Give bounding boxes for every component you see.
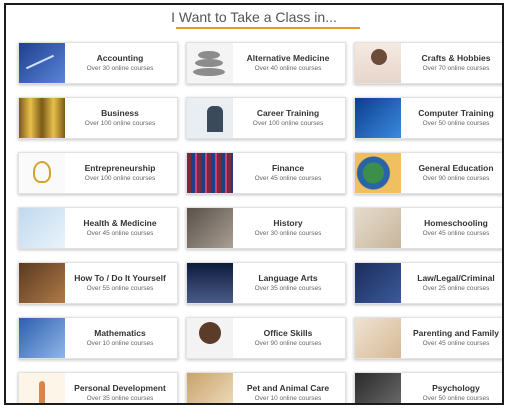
category-card-law-legal-criminal[interactable]: Law/Legal/Criminal Over 25 online courses <box>354 262 502 304</box>
category-card-office-skills[interactable]: Office Skills Over 90 online courses <box>186 317 346 359</box>
dog-photo-icon <box>187 373 233 403</box>
columns-photo-icon <box>19 98 65 138</box>
category-name: Law/Legal/Criminal <box>417 273 495 283</box>
course-catalog-panel: I Want to Take a Class in... Accounting O… <box>4 3 504 405</box>
page-title: I Want to Take a Class in... <box>171 9 337 25</box>
crafts-photo-icon <box>355 43 401 83</box>
category-name: General Education <box>418 163 494 173</box>
category-name: Language Arts <box>258 273 318 283</box>
course-count: Over 45 online courses <box>422 230 490 237</box>
course-count: Over 45 online courses <box>254 175 322 182</box>
course-count: Over 35 online courses <box>86 395 154 402</box>
category-card-mathematics[interactable]: Mathematics Over 10 online courses <box>18 317 178 359</box>
category-card-alternative-medicine[interactable]: Alternative Medicine Over 40 online cours… <box>186 42 346 84</box>
category-card-entrepreneurship[interactable]: Entrepreneurship Over 100 online courses <box>18 152 178 194</box>
course-count: Over 100 online courses <box>84 120 156 127</box>
category-card-business[interactable]: Business Over 100 online courses <box>18 97 178 139</box>
category-name: Crafts & Hobbies <box>421 53 491 63</box>
category-card-health-medicine[interactable]: Health & Medicine Over 45 online courses <box>18 207 178 249</box>
stacked-stones-photo-icon <box>187 43 233 83</box>
category-name: How To / Do It Yourself <box>74 273 166 283</box>
category-name: Career Training <box>256 108 320 118</box>
course-count: Over 30 online courses <box>86 65 154 72</box>
office-worker-photo-icon <box>187 318 233 358</box>
category-card-parenting-family[interactable]: Parenting and Family Over 45 online cours… <box>354 317 502 359</box>
course-count: Over 10 online courses <box>254 395 322 402</box>
category-card-psychology[interactable]: Psychology Over 50 online courses <box>354 372 502 403</box>
category-card-how-to-diy[interactable]: How To / Do It Yourself Over 55 online co… <box>18 262 178 304</box>
category-card-general-education[interactable]: General Education Over 90 online courses <box>354 152 502 194</box>
category-name: Psychology <box>432 383 480 393</box>
course-count: Over 55 online courses <box>86 285 154 292</box>
category-name: Finance <box>271 163 305 173</box>
category-card-language-arts[interactable]: Language Arts Over 35 online courses <box>186 262 346 304</box>
category-name: Alternative Medicine <box>246 53 330 63</box>
title-underline <box>176 27 360 29</box>
category-card-career-training[interactable]: Career Training Over 100 online courses <box>186 97 346 139</box>
keyboard-photo-icon <box>355 98 401 138</box>
course-count: Over 45 online courses <box>422 340 490 347</box>
course-count: Over 100 online courses <box>252 120 324 127</box>
course-count: Over 10 online courses <box>86 340 154 347</box>
course-count: Over 40 online courses <box>254 65 322 72</box>
category-card-accounting[interactable]: Accounting Over 30 online courses <box>18 42 178 84</box>
tools-photo-icon <box>19 263 65 303</box>
course-count: Over 50 online courses <box>422 395 490 402</box>
gavel-photo-icon <box>355 263 401 303</box>
category-name: Office Skills <box>263 328 313 338</box>
category-name: Computer Training <box>418 108 494 118</box>
course-count: Over 30 online courses <box>254 230 322 237</box>
category-name: Homeschooling <box>424 218 488 228</box>
course-count: Over 50 online courses <box>422 120 490 127</box>
category-name: Personal Development <box>74 383 166 393</box>
category-name: Business <box>101 108 139 118</box>
category-grid: Accounting Over 30 online courses Alterna… <box>18 42 502 403</box>
category-name: Accounting <box>96 53 144 63</box>
stock-chart-photo-icon <box>187 153 233 193</box>
category-card-homeschooling[interactable]: Homeschooling Over 45 online courses <box>354 207 502 249</box>
category-card-computer-training[interactable]: Computer Training Over 50 online courses <box>354 97 502 139</box>
course-count: Over 70 online courses <box>422 65 490 72</box>
presenter-photo-icon <box>187 98 233 138</box>
light-bulb-photo-icon <box>19 153 65 193</box>
course-count: Over 90 online courses <box>254 340 322 347</box>
category-card-pet-animal-care[interactable]: Pet and Animal Care Over 10 online course… <box>186 372 346 403</box>
course-count: Over 45 online courses <box>86 230 154 237</box>
accounting-photo-icon <box>19 43 65 83</box>
statue-photo-icon <box>187 208 233 248</box>
brain-photo-icon <box>355 373 401 403</box>
category-card-finance[interactable]: Finance Over 45 online courses <box>186 152 346 194</box>
category-name: Parenting and Family <box>413 328 499 338</box>
person-arms-up-photo-icon <box>19 373 65 403</box>
category-name: Mathematics <box>94 328 146 338</box>
category-name: History <box>273 218 303 228</box>
category-card-history[interactable]: History Over 30 online courses <box>186 207 346 249</box>
health-photo-icon <box>19 208 65 248</box>
category-name: Entrepreneurship <box>84 163 156 173</box>
open-book-photo-icon <box>187 263 233 303</box>
course-count: Over 35 online courses <box>254 285 322 292</box>
category-card-crafts-hobbies[interactable]: Crafts & Hobbies Over 70 online courses <box>354 42 502 84</box>
course-count: Over 100 online courses <box>84 175 156 182</box>
course-count: Over 90 online courses <box>422 175 490 182</box>
course-count: Over 25 online courses <box>422 285 490 292</box>
math-photo-icon <box>19 318 65 358</box>
category-name: Pet and Animal Care <box>246 383 330 393</box>
category-card-personal-development[interactable]: Personal Development Over 35 online cours… <box>18 372 178 403</box>
category-name: Health & Medicine <box>83 218 157 228</box>
family-photo-icon <box>355 318 401 358</box>
mother-child-photo-icon <box>355 208 401 248</box>
globe-photo-icon <box>355 153 401 193</box>
